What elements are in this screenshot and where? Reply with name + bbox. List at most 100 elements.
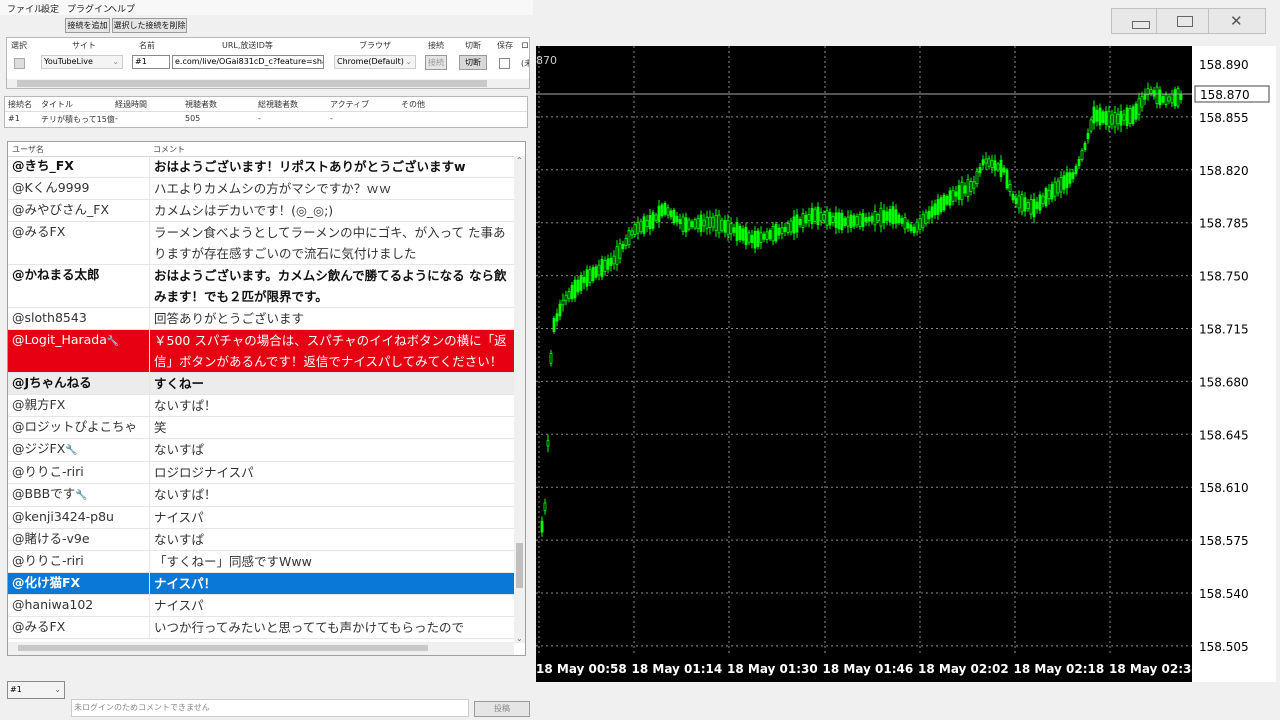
- comment-row[interactable]: @ロジットぴよこちゃ 笑: [8, 417, 514, 439]
- candle-body: [666, 207, 670, 216]
- comment-text: ないすぱ: [154, 442, 205, 457]
- comment-username: @ジジFX🔧: [8, 439, 150, 461]
- comment-username: @かねまる太郎: [8, 265, 150, 307]
- comment-row[interactable]: @りりこ-riri ロジロジナイスパ: [8, 462, 514, 484]
- candle-body: [750, 234, 754, 244]
- candle-body: [1077, 158, 1081, 167]
- candle-body: [873, 211, 877, 226]
- comment-username: @みるFX: [8, 222, 150, 264]
- comment-input[interactable]: 未ログインのためコメントできません: [71, 699, 469, 717]
- comment-rows: @きち_FX おはようございます！リポストありがとうございますw @Kくん9999 ハ…: [8, 156, 514, 639]
- scroll-thumb[interactable]: [17, 80, 487, 87]
- comment-row[interactable]: @Jちゃんねる すくねー: [8, 373, 514, 395]
- candle-body: [669, 210, 673, 218]
- menu-file[interactable]: ファイル: [7, 2, 43, 15]
- comment-text: おはようございます！リポストありがとうございますw: [154, 159, 466, 174]
- candle-body: [768, 229, 772, 240]
- scroll-thumb[interactable]: [18, 645, 428, 651]
- comment-row[interactable]: @かねまる太郎 おはようございます。カメムシ飲んで勝てるようになる なら飲みます！…: [8, 265, 514, 308]
- username-text: @りりこ-riri: [12, 464, 84, 479]
- candle-body: [987, 158, 991, 167]
- candle-body: [1053, 181, 1057, 197]
- remove-connection-button[interactable]: 選択した接続を削除: [112, 18, 187, 33]
- save-checkbox[interactable]: [499, 58, 510, 69]
- candle-body: [1101, 111, 1105, 124]
- col-username[interactable]: ユーザ名: [12, 144, 44, 155]
- comment-row[interactable]: @化け猫FX ナイスパ！: [8, 573, 514, 595]
- candle-body: [831, 216, 835, 223]
- connect-button[interactable]: 接続: [425, 55, 447, 70]
- site-select[interactable]: YouTubeLive ⌄: [41, 55, 123, 69]
- col-viewers: 視聴者数: [185, 100, 217, 109]
- candle-body: [858, 214, 862, 227]
- scroll-down-icon[interactable]: ⌄: [516, 634, 523, 643]
- candle-body: [894, 209, 898, 224]
- comment-row[interactable]: @親方FX ないすぱ！: [8, 395, 514, 417]
- add-connection-button[interactable]: 接続を追加: [65, 18, 110, 33]
- candle-body: [939, 197, 943, 213]
- candle-body: [576, 279, 580, 293]
- col-conn-name: 接続名: [8, 100, 32, 109]
- candle-body: [711, 216, 715, 228]
- time-labels: 18 May 00:58 18 May 01:14 18 May 01:30 18 M…: [536, 662, 1200, 676]
- menu-help[interactable]: ヘルプ: [108, 2, 135, 15]
- username-text: @kenji3424-p8u: [12, 509, 114, 524]
- col-extra: ロ: [521, 41, 529, 50]
- candle-body: [1107, 110, 1111, 127]
- disconnect-button[interactable]: 切断: [459, 55, 487, 70]
- candle-body: [744, 226, 748, 246]
- comment-row[interactable]: @ジジFX🔧 ないすぱ: [8, 439, 514, 462]
- post-button[interactable]: 投稿: [474, 701, 530, 717]
- candle-body: [720, 219, 724, 231]
- comment-hscrollbar[interactable]: [8, 642, 514, 655]
- comment-text: ないすぱ！: [154, 398, 217, 413]
- scroll-thumb[interactable]: [516, 543, 523, 588]
- candle-body: [1032, 198, 1036, 218]
- scroll-up-icon[interactable]: ⌃: [516, 156, 523, 165]
- candle-body: [702, 219, 706, 227]
- url-input[interactable]: e.com/live/OGai831cD_c?feature=share: [172, 55, 324, 69]
- select-checkbox[interactable]: [14, 58, 25, 69]
- name-input[interactable]: #1: [132, 55, 170, 69]
- comment-row[interactable]: @きち_FX おはようございます！リポストありがとうございますw: [8, 156, 514, 178]
- comment-row[interactable]: @みやびさん_FX カメムシはデカいです！(◎_◎;): [8, 200, 514, 222]
- comment-row[interactable]: @りりこ-riri 「すくねー」同感ですWww: [8, 551, 514, 573]
- candle-body: [903, 217, 907, 230]
- candle-body: [1089, 119, 1093, 132]
- comment-row[interactable]: @みるFX いつか行ってみたいと思ってても声かけてもらったので: [8, 617, 514, 639]
- candle-body: [732, 227, 736, 233]
- candle-body: [759, 232, 763, 243]
- candle-body: [681, 216, 685, 232]
- comment-row[interactable]: @sloth8543 回答ありがとうございます: [8, 308, 514, 330]
- candle-body: [888, 208, 892, 223]
- menu-plugins[interactable]: プラグイン: [67, 2, 112, 15]
- comment-row[interactable]: @kenji3424-p8u ナイスパ: [8, 507, 514, 529]
- username-text: @親方FX: [12, 397, 66, 412]
- candle-body: [1176, 87, 1180, 107]
- candle-body: [645, 220, 649, 227]
- comment-row[interactable]: @BBBです🔧 ないすぱ！: [8, 484, 514, 507]
- candle-body: [930, 206, 934, 218]
- comment-row[interactable]: @賭ける-v9e ないすぱ: [8, 529, 514, 551]
- browser-select[interactable]: Chrome(Default) ⌄: [334, 55, 416, 69]
- moderator-wrench-icon: 🔧: [65, 445, 78, 456]
- username-text: @みやびさん_FX: [12, 202, 110, 217]
- comment-text: ナイスパ: [154, 510, 204, 525]
- candle-body: [1092, 106, 1096, 124]
- comment-row[interactable]: @Kくん9999 ハエよりカメムシの方がマシですか？ｗｗ: [8, 178, 514, 200]
- candle-body: [1080, 150, 1084, 160]
- candle-body: [972, 181, 976, 189]
- candle-body: [960, 181, 964, 201]
- current-price-label: 158.870: [1200, 88, 1250, 102]
- menu-settings[interactable]: 設定: [41, 2, 59, 15]
- col-comment[interactable]: コメント: [153, 144, 185, 155]
- comment-row[interactable]: @みるFX ラーメン食べようとしてラーメンの中にゴキ、が入って た事ありますが存在…: [8, 222, 514, 265]
- connection-select[interactable]: #1 ⌄: [7, 681, 65, 699]
- comment-vscrollbar[interactable]: ⌃ ⌄: [514, 156, 525, 643]
- comment-row[interactable]: @haniwa102 ナイスパ: [8, 595, 514, 617]
- comment-row[interactable]: @Logit_Harada🔧 ￥500 スパチャの場合は、スパチャのイイねボタンの…: [8, 330, 514, 373]
- candle-body: [708, 216, 712, 229]
- connections-hscrollbar[interactable]: [7, 79, 529, 88]
- candle-body: [804, 214, 808, 224]
- candle-body: [963, 185, 967, 194]
